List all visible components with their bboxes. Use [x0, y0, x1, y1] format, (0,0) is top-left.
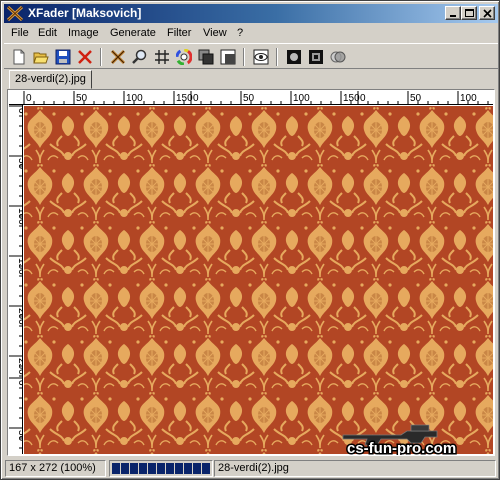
menu-view[interactable]: View: [203, 27, 227, 39]
ruler-label: 150: [16, 258, 23, 275]
progress-block: [157, 463, 165, 474]
menu-edit[interactable]: Edit: [38, 27, 57, 39]
minimize-button[interactable]: [445, 6, 461, 20]
grid-button[interactable]: [151, 47, 173, 67]
progress-block: [139, 463, 147, 474]
preview-eye-icon: [253, 49, 269, 65]
status-bar: 167 x 272 (100%) 28-verdi(2).jpg: [4, 458, 498, 478]
progress-block: [202, 463, 210, 474]
scale-button[interactable]: [217, 47, 239, 67]
open-folder-icon: [33, 52, 49, 64]
fader-icon: [110, 49, 126, 65]
ruler-label: 100: [126, 93, 143, 104]
progress-block: [184, 463, 192, 474]
open-button[interactable]: [30, 47, 52, 67]
layers-button[interactable]: [195, 47, 217, 67]
progress-block: [130, 463, 138, 474]
delete-x-icon: [78, 50, 92, 64]
ruler-label: 100: [460, 93, 477, 104]
toolbar-separator: [276, 48, 278, 66]
menu-generate[interactable]: Generate: [110, 27, 156, 39]
color-button[interactable]: [173, 47, 195, 67]
progress-bar: [109, 460, 213, 477]
filter-icon: [287, 50, 301, 64]
progress-block: [193, 463, 201, 474]
damask-pattern-image: [24, 106, 493, 454]
new-file-icon: [13, 49, 25, 65]
ruler-label: 50: [76, 93, 88, 104]
color-wheel-icon: [176, 49, 192, 65]
ruler-vertical: 0 50 100 150 200 250 0 50: [9, 105, 23, 454]
zoom-icon: [132, 49, 147, 64]
filename-status: 28-verdi(2).jpg: [214, 460, 496, 477]
blend-button[interactable]: [327, 47, 349, 67]
progress-block: [148, 463, 156, 474]
save-disk-icon: [55, 49, 71, 65]
tab-document[interactable]: 28-verdi(2).jpg: [9, 70, 92, 89]
image-size-status: 167 x 272 (100%): [5, 460, 106, 477]
title-bar[interactable]: XFader [Maksovich]: [4, 4, 498, 23]
close-button[interactable]: [479, 6, 495, 20]
save-button[interactable]: [52, 47, 74, 67]
app-window: XFader [Maksovich] File Edit Image Gener…: [0, 0, 500, 480]
ruler-label: 50: [243, 93, 255, 104]
image-canvas[interactable]: [24, 106, 493, 454]
filter-button[interactable]: [283, 47, 305, 67]
progress-block: [166, 463, 174, 474]
ruler-label: 100: [16, 208, 23, 225]
ruler-label: 100: [293, 93, 310, 104]
ruler-label: 0: [16, 108, 23, 114]
maximize-button[interactable]: [461, 6, 477, 20]
watermark-text: cs-fun-pro.com: [347, 440, 456, 455]
ruler-label: 50: [410, 93, 422, 104]
toolbar: [4, 43, 498, 69]
app-logo-icon: [7, 6, 23, 21]
menu-bar: File Edit Image Generate Filter View ?: [4, 24, 498, 42]
ruler-label: 200: [16, 308, 23, 325]
scale-icon: [220, 49, 236, 65]
toolbar-separator: [243, 48, 245, 66]
toolbar-separator: [100, 48, 102, 66]
pattern-button[interactable]: [305, 47, 327, 67]
zoom-button[interactable]: [129, 47, 151, 67]
ruler-horizontal: 050100150050100150050100150: [9, 91, 493, 105]
menu-file[interactable]: File: [11, 27, 29, 39]
watermark: cs-fun-pro.com: [341, 423, 491, 459]
new-button[interactable]: [8, 47, 30, 67]
ruler-label: 0: [193, 93, 199, 104]
ruler-label: 0: [360, 93, 366, 104]
ruler-label: 250: [16, 358, 23, 375]
fader-button[interactable]: [107, 47, 129, 67]
ruler-label: 50: [16, 158, 23, 170]
preview-button[interactable]: [250, 47, 272, 67]
maximize-icon: [465, 9, 474, 17]
close-icon: [483, 9, 492, 18]
ruler-label: 50: [16, 430, 23, 442]
ruler-label: 0: [16, 380, 23, 386]
progress-block: [175, 463, 183, 474]
delete-button[interactable]: [74, 47, 96, 67]
blend-icon: [330, 51, 346, 63]
document-tabs: 28-verdi(2).jpg: [4, 69, 498, 89]
window-title: XFader [Maksovich]: [28, 6, 142, 20]
menu-image[interactable]: Image: [68, 27, 99, 39]
layers-icon: [198, 49, 214, 65]
menu-help[interactable]: ?: [237, 27, 243, 39]
progress-block: [112, 463, 120, 474]
pattern-icon: [309, 50, 323, 64]
ruler-label: 0: [26, 93, 32, 104]
menu-filter[interactable]: Filter: [167, 27, 191, 39]
minimize-icon: [450, 15, 456, 17]
progress-block: [121, 463, 129, 474]
grid-icon: [155, 50, 169, 64]
